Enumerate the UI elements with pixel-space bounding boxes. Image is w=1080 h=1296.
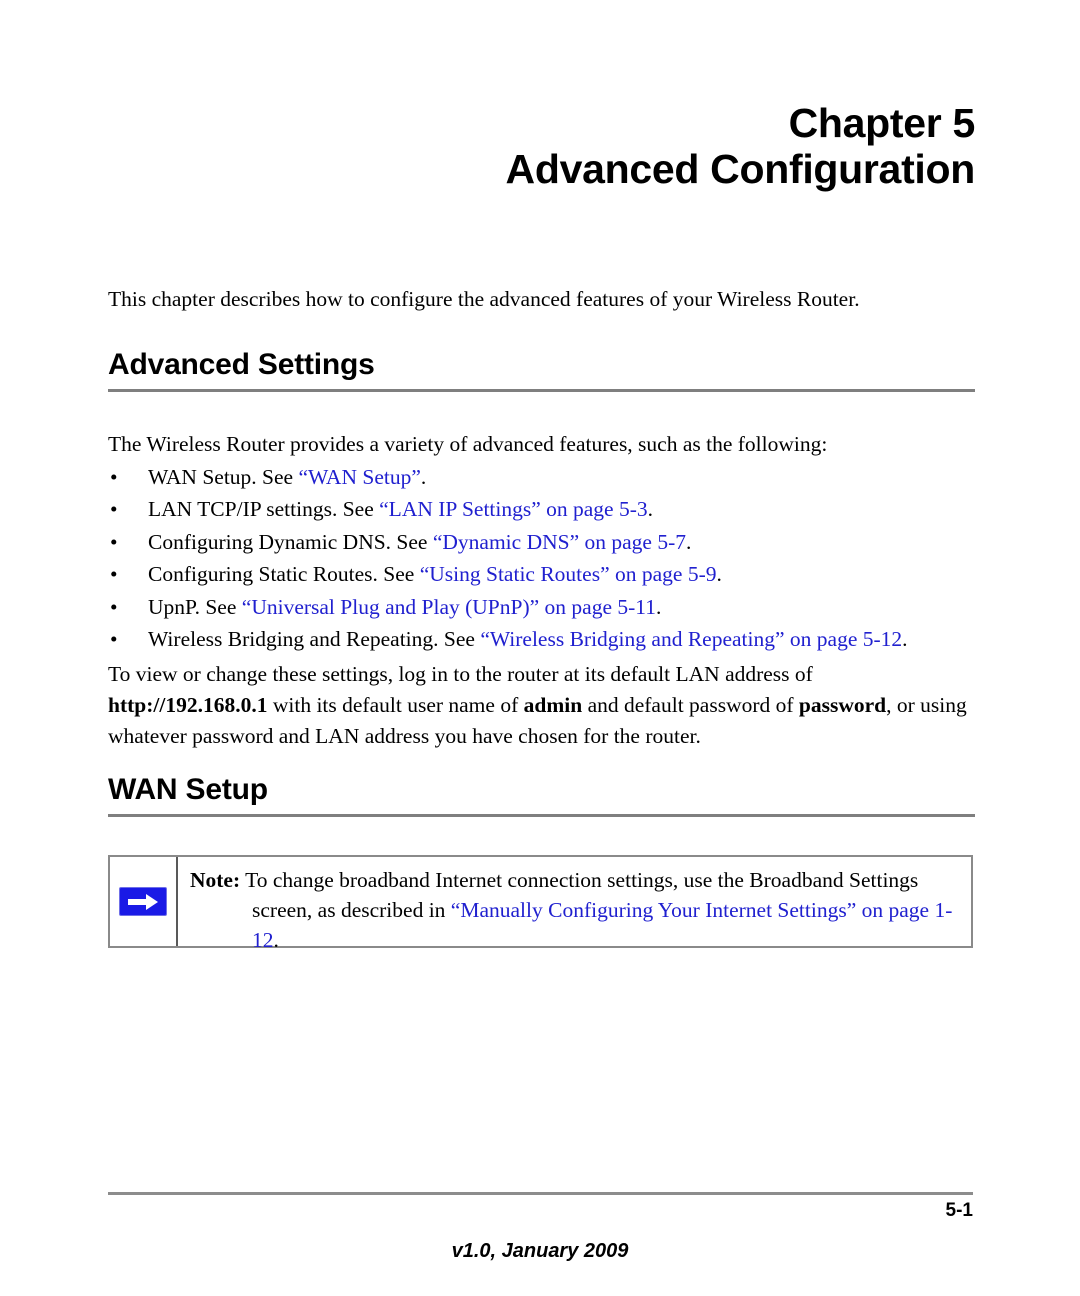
note-paragraph: Note: To change broadband Internet conne… (190, 865, 961, 955)
list-item: • WAN Setup. See “WAN Setup”. (108, 461, 975, 493)
chapter-title-line1: Chapter 5 (788, 100, 976, 146)
cross-reference-link[interactable]: “Wireless Bridging and Repeating” on pag… (480, 627, 902, 651)
default-password: password (798, 693, 887, 717)
default-username: admin (523, 693, 583, 717)
section-heading-wan-setup: WAN Setup (108, 773, 975, 817)
bullet-marker: • (110, 627, 118, 652)
cross-reference-link[interactable]: “WAN Setup” (298, 465, 420, 489)
advanced-settings-lead-paragraph: The Wireless Router provides a variety o… (108, 432, 828, 456)
document-version: v1.0, January 2009 (451, 1240, 629, 1262)
list-item-text-tail: . (716, 562, 722, 587)
section-heading-wan-setup-label: WAN Setup (108, 773, 268, 806)
page-number: 5-1 (945, 1200, 973, 1221)
cross-reference-link[interactable]: “LAN IP Settings” on page 5-3 (379, 497, 648, 521)
list-item: • Configuring Static Routes. See “Using S… (108, 558, 975, 590)
list-item-text: Configuring Static Routes. See (148, 562, 420, 587)
note-body: Note: To change broadband Internet conne… (178, 857, 971, 952)
list-item: • UpnP. See “Universal Plug and Play (UPn… (108, 591, 975, 623)
list-item-text: WAN Setup. See (148, 465, 299, 489)
list-item-text: Configuring Dynamic DNS. See (148, 529, 433, 554)
section-heading-advanced-settings-label: Advanced Settings (108, 348, 375, 381)
list-item: • LAN TCP/IP settings. See “LAN IP Settin… (108, 493, 975, 525)
login-text-3: and default password of (582, 693, 799, 717)
intro-paragraph: This chapter describes how to configure … (108, 287, 860, 311)
right-arrow-icon (119, 887, 167, 916)
note-label: Note: (190, 868, 241, 892)
section-heading-advanced-settings: Advanced Settings (108, 348, 975, 392)
note-icon-cell (110, 857, 178, 946)
cross-reference-link[interactable]: “Universal Plug and Play (UPnP)” on page… (242, 595, 656, 619)
default-lan-address: http://192.168.0.1 (108, 693, 268, 717)
list-item: • Configuring Dynamic DNS. See “Dynamic D… (108, 526, 975, 558)
section-heading-rule (108, 814, 975, 817)
login-instructions-paragraph: To view or change these settings, log in… (108, 659, 975, 752)
list-item-text-tail: . (647, 497, 654, 522)
bullet-marker: • (110, 529, 118, 554)
login-text-1: To view or change these settings, log in… (108, 662, 813, 686)
note-text-after: . (273, 928, 279, 952)
cross-reference-link[interactable]: “Dynamic DNS” on page 5-7 (433, 530, 686, 554)
note-callout-box: Note: To change broadband Internet conne… (108, 855, 973, 952)
list-item-text-tail: . (655, 594, 662, 619)
chapter-title: Chapter 5 Advanced Configuration (108, 100, 976, 192)
document-page: Chapter 5 Advanced Configuration This ch… (0, 0, 1080, 1296)
list-item: • Wireless Bridging and Repeating. See “W… (108, 623, 975, 655)
list-item-text-tail: . (420, 465, 427, 489)
footer-rule (108, 1192, 973, 1195)
bullet-marker: • (110, 562, 118, 587)
list-item-text: UpnP. See (148, 594, 242, 619)
cross-reference-link[interactable]: “Using Static Routes” on page 5-9 (420, 562, 717, 586)
list-item-text-tail: . (902, 627, 908, 652)
section-heading-rule (108, 389, 975, 392)
chapter-title-line2: Advanced Configuration (505, 146, 976, 192)
advanced-features-list: • WAN Setup. See “WAN Setup”. • LAN TCP/IP… (108, 461, 975, 655)
bullet-marker: • (110, 465, 118, 489)
bullet-marker: • (110, 497, 118, 522)
bullet-marker: • (110, 594, 118, 619)
list-item-text: LAN TCP/IP settings. See (148, 497, 380, 522)
login-text-2: with its default user name of (267, 693, 524, 717)
list-item-text: Wireless Bridging and Repeating. See (148, 627, 481, 652)
list-item-text-tail: . (686, 529, 692, 554)
